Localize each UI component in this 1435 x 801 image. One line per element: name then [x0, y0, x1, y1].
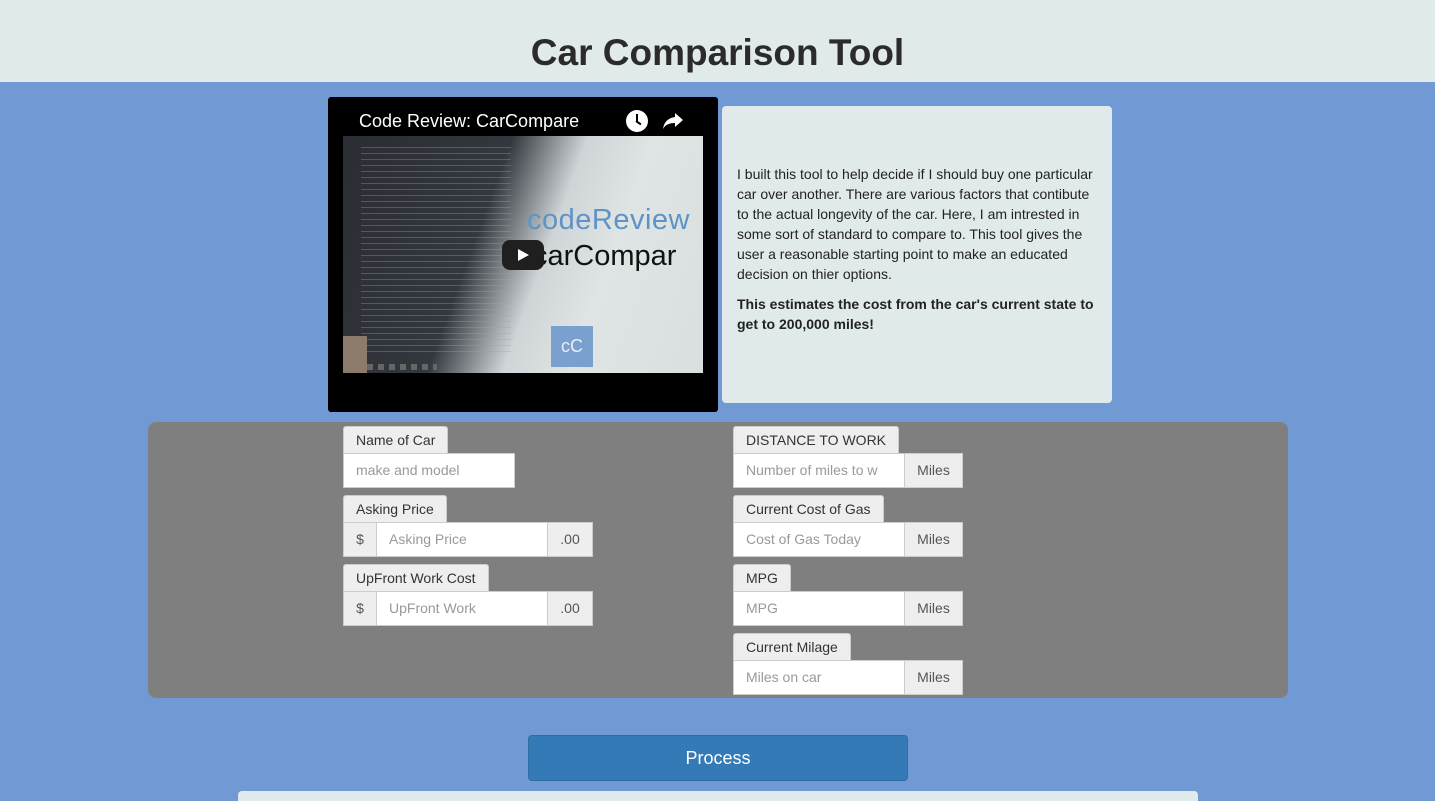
asking-price-placeholder: Asking Price: [389, 531, 467, 547]
name-of-car-label: Name of Car: [343, 426, 449, 453]
mpg-input[interactable]: MPG: [733, 591, 905, 626]
description-panel: I built this tool to help decide if I sh…: [722, 106, 1112, 403]
thumbnail-title-line2: carCompar: [533, 240, 677, 272]
gas-cost-label: Current Cost of Gas: [733, 495, 884, 522]
upfront-work-input[interactable]: UpFront Work: [376, 591, 548, 626]
gas-cost-input[interactable]: Cost of Gas Today: [733, 522, 905, 557]
input-form-panel: [148, 422, 1288, 698]
share-icon[interactable]: [662, 109, 684, 131]
distance-unit-suffix: Miles: [904, 453, 963, 488]
mpg-unit-suffix: Miles: [904, 591, 963, 626]
upfront-work-cents-suffix: .00: [547, 591, 593, 626]
description-emphasis: This estimates the cost from the car's c…: [737, 296, 1094, 332]
watch-later-icon[interactable]: [626, 110, 648, 132]
mpg-label: MPG: [733, 564, 791, 591]
results-panel: [238, 791, 1198, 801]
asking-price-cents-suffix: .00: [547, 522, 593, 557]
code-screenshot: [361, 142, 511, 352]
process-button[interactable]: Process: [528, 735, 908, 781]
milage-unit-suffix: Miles: [904, 660, 963, 695]
distance-to-work-label: DISTANCE TO WORK: [733, 426, 900, 453]
current-milage-placeholder: Miles on car: [746, 669, 822, 685]
current-milage-input[interactable]: Miles on car: [733, 660, 905, 695]
name-of-car-input[interactable]: make and model: [343, 453, 515, 488]
thumbnail-logo: cC: [551, 326, 593, 367]
upfront-work-label: UpFront Work Cost: [343, 564, 489, 591]
video-player[interactable]: Code Review: CarCompare codeReview carCo…: [328, 97, 718, 412]
gas-cost-unit-suffix: Miles: [904, 522, 963, 557]
presenter-avatar: [343, 336, 367, 373]
thumbnail-title-line1: codeReview: [527, 204, 690, 236]
distance-to-work-placeholder: Number of miles to w: [746, 462, 878, 478]
asking-price-currency-prefix: $: [343, 522, 377, 557]
description-text: I built this tool to help decide if I sh…: [737, 166, 1093, 282]
thumbnail-taskbar: [367, 364, 437, 370]
current-milage-label: Current Milage: [733, 633, 851, 660]
gas-cost-placeholder: Cost of Gas Today: [746, 531, 861, 547]
asking-price-input[interactable]: Asking Price: [376, 522, 548, 557]
distance-to-work-input[interactable]: Number of miles to w: [733, 453, 905, 488]
asking-price-label: Asking Price: [343, 495, 447, 522]
upfront-work-currency-prefix: $: [343, 591, 377, 626]
name-of-car-placeholder: make and model: [356, 462, 460, 478]
mpg-placeholder: MPG: [746, 600, 778, 616]
video-title[interactable]: Code Review: CarCompare: [359, 111, 579, 131]
upfront-work-placeholder: UpFront Work: [389, 600, 476, 616]
page-title: Car Comparison Tool: [530, 32, 905, 73]
play-icon[interactable]: [502, 240, 544, 270]
video-thumbnail[interactable]: codeReview carCompar cC: [343, 136, 703, 373]
